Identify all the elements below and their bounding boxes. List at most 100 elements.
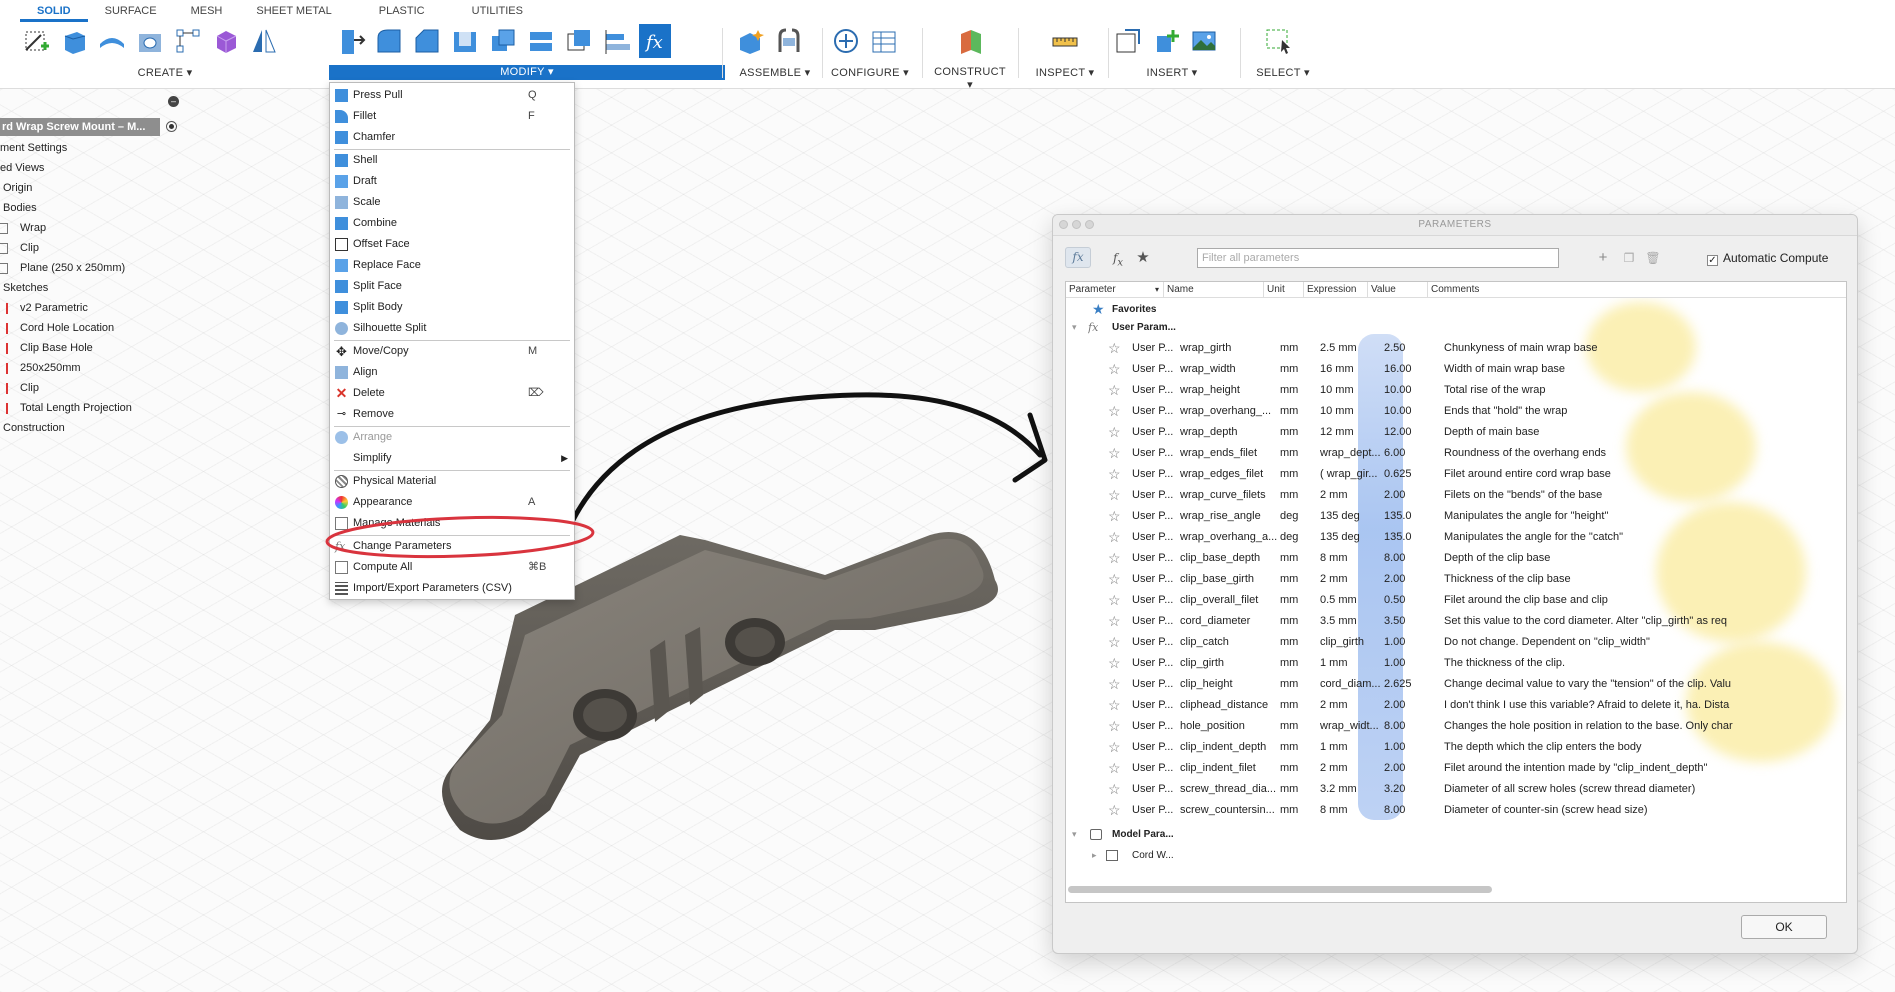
new-component-icon[interactable]: [735, 24, 767, 58]
tree-item-sketches[interactable]: Sketches: [0, 278, 48, 298]
col-comments[interactable]: Comments: [1428, 282, 1846, 297]
tree-item-plane[interactable]: Plane (250 x 250mm): [0, 258, 125, 278]
revolve-icon[interactable]: [96, 24, 128, 58]
configure-icon[interactable]: [830, 24, 862, 58]
tree-item-sketch[interactable]: 250x250mm: [0, 358, 81, 378]
table-row[interactable]: ☆ User P... wrap_curve_filets mm 2 mm 2.00 Fil…: [1066, 485, 1846, 506]
active-radio-icon[interactable]: [166, 121, 177, 132]
favorite-star-icon[interactable]: ☆: [1108, 569, 1121, 590]
table-row[interactable]: ☆ User P... screw_countersin... mm 8 mm 8.00 D…: [1066, 800, 1846, 821]
parameter-name[interactable]: screw_countersin...: [1180, 800, 1280, 821]
tab-surface[interactable]: SURFACE: [88, 0, 174, 22]
col-name[interactable]: Name: [1164, 282, 1264, 297]
pattern-icon[interactable]: [172, 24, 204, 58]
table-row[interactable]: ☆ User P... screw_thread_dia... mm 3.2 mm 3.2…: [1066, 779, 1846, 800]
filter-parameters-input[interactable]: [1197, 248, 1559, 268]
menu-item-scale[interactable]: Scale: [330, 192, 574, 213]
joint-icon[interactable]: [773, 24, 805, 58]
favorite-star-icon[interactable]: ☆: [1108, 338, 1121, 359]
parameter-expression[interactable]: 16 mm: [1320, 359, 1384, 380]
press-pull-icon[interactable]: [335, 24, 367, 58]
parameter-name[interactable]: clip_girth: [1180, 653, 1280, 674]
parameter-expression[interactable]: clip_girth: [1320, 632, 1384, 653]
parameter-comment[interactable]: Roundness of the overhang ends: [1444, 443, 1844, 464]
parameter-comment[interactable]: Total rise of the wrap: [1444, 380, 1844, 401]
tab-utilities[interactable]: UTILITIES: [442, 0, 540, 22]
menu-item-silhouette-split[interactable]: Silhouette Split: [330, 318, 574, 339]
table-row[interactable]: ☆ User P... wrap_edges_filet mm ( wrap_gir..…: [1066, 464, 1846, 485]
tab-mesh[interactable]: MESH: [174, 0, 240, 22]
parameter-comment[interactable]: Filet around the clip base and clip: [1444, 590, 1844, 611]
parameter-expression[interactable]: 2 mm: [1320, 695, 1384, 716]
favorite-star-icon[interactable]: ☆: [1108, 359, 1121, 380]
table-row[interactable]: ☆ User P... clip_indent_depth mm 1 mm 1.00 The…: [1066, 737, 1846, 758]
parameter-name[interactable]: wrap_height: [1180, 380, 1280, 401]
tree-item-bodies[interactable]: Bodies: [0, 198, 37, 218]
horizontal-scrollbar[interactable]: [1068, 886, 1492, 893]
checkbox-icon[interactable]: ✓: [1707, 255, 1718, 266]
parameter-name[interactable]: clip_base_girth: [1180, 569, 1280, 590]
parameter-comment[interactable]: Do not change. Dependent on "clip_width": [1444, 632, 1844, 653]
favorite-star-icon[interactable]: ☆: [1108, 422, 1121, 443]
parameter-name[interactable]: wrap_ends_filet: [1180, 443, 1280, 464]
parameter-comment[interactable]: Manipulates the angle for the "catch": [1444, 527, 1844, 548]
insert-mesh-icon[interactable]: [1150, 24, 1182, 58]
expand-chevron-icon[interactable]: ▸: [1092, 845, 1097, 866]
filter-used-icon[interactable]: fx: [1108, 249, 1128, 268]
document-root[interactable]: rd Wrap Screw Mount – M...: [0, 118, 160, 136]
table-row[interactable]: ☆ User P... wrap_overhang_a... deg 135 deg 13…: [1066, 527, 1846, 548]
select-menu[interactable]: SELECT ▾: [1245, 66, 1321, 79]
parameter-comment[interactable]: Filet around the intention made by "clip…: [1444, 758, 1844, 779]
add-parameter-icon[interactable]: +: [1593, 249, 1613, 267]
create-sketch-icon[interactable]: [20, 24, 52, 58]
ok-button[interactable]: OK: [1741, 915, 1827, 939]
form-icon[interactable]: [210, 24, 242, 58]
table-row[interactable]: ☆ User P... wrap_rise_angle deg 135 deg 135.0…: [1066, 506, 1846, 527]
favorites-filter-icon[interactable]: ★: [1133, 249, 1153, 267]
menu-item-move-copy[interactable]: ✥ Move/Copy M: [330, 341, 574, 362]
table-row[interactable]: ☆ User P... wrap_height mm 10 mm 10.00 Total r…: [1066, 380, 1846, 401]
tree-item-document-settings[interactable]: ment Settings: [0, 138, 67, 158]
parameter-expression[interactable]: 2 mm: [1320, 569, 1384, 590]
parameter-name[interactable]: clip_overall_filet: [1180, 590, 1280, 611]
model-parameters-group-row[interactable]: ▾ Model Para...: [1066, 824, 1846, 845]
table-row[interactable]: ☆ User P... hole_position mm wrap_widt... 8.0…: [1066, 716, 1846, 737]
copy-parameter-icon[interactable]: ❐: [1619, 249, 1639, 267]
parameter-comment[interactable]: The depth which the clip enters the body: [1444, 737, 1844, 758]
parameter-name[interactable]: screw_thread_dia...: [1180, 779, 1280, 800]
align-icon[interactable]: [601, 24, 633, 58]
collapse-icon[interactable]: –: [168, 96, 179, 107]
expand-chevron-icon[interactable]: ▾: [1072, 317, 1077, 338]
menu-item-remove[interactable]: ⊸ Remove: [330, 404, 574, 425]
col-expression[interactable]: Expression: [1304, 282, 1368, 297]
parameter-expression[interactable]: 3.5 mm: [1320, 611, 1384, 632]
table-row[interactable]: ☆ User P... wrap_ends_filet mm wrap_dept... 6…: [1066, 443, 1846, 464]
parameter-comment[interactable]: Set this value to the cord diameter. Alt…: [1444, 611, 1844, 632]
insert-canvas-icon[interactable]: [1188, 24, 1220, 58]
measure-icon[interactable]: [1049, 24, 1081, 58]
menu-item-fillet[interactable]: Fillet F: [330, 106, 574, 127]
tree-item-construction[interactable]: Construction: [0, 418, 65, 438]
parameter-name[interactable]: clip_indent_filet: [1180, 758, 1280, 779]
mirror-icon[interactable]: [248, 24, 280, 58]
inspect-menu[interactable]: INSPECT ▾: [1025, 66, 1105, 79]
favorite-star-icon[interactable]: ☆: [1108, 737, 1121, 758]
tree-item-named-views[interactable]: ed Views: [0, 158, 44, 178]
table-row[interactable]: ☆ User P... wrap_depth mm 12 mm 12.00 Depth of…: [1066, 422, 1846, 443]
tree-item-clip[interactable]: Clip: [0, 238, 39, 258]
favorite-star-icon[interactable]: ☆: [1108, 611, 1121, 632]
parameter-expression[interactable]: cord_diam...: [1320, 674, 1384, 695]
parameter-name[interactable]: wrap_width: [1180, 359, 1280, 380]
favorite-star-icon[interactable]: ☆: [1108, 695, 1121, 716]
automatic-compute-checkbox[interactable]: ✓ Automatic Compute: [1707, 251, 1828, 266]
menu-item-import-export-parameters[interactable]: Import/Export Parameters (CSV): [330, 578, 574, 599]
offset-plane-icon[interactable]: [954, 24, 986, 58]
parameter-comment[interactable]: Diameter of all screw holes (screw threa…: [1444, 779, 1844, 800]
parameter-comment[interactable]: Thickness of the clip base: [1444, 569, 1844, 590]
favorite-star-icon[interactable]: ☆: [1108, 716, 1121, 737]
model-component-row[interactable]: ▸ Cord W...: [1066, 845, 1846, 866]
menu-item-draft[interactable]: Draft: [330, 171, 574, 192]
parameter-comment[interactable]: Changes the hole position in relation to…: [1444, 716, 1844, 737]
parameter-name[interactable]: wrap_girth: [1180, 338, 1280, 359]
parameter-expression[interactable]: 12 mm: [1320, 422, 1384, 443]
